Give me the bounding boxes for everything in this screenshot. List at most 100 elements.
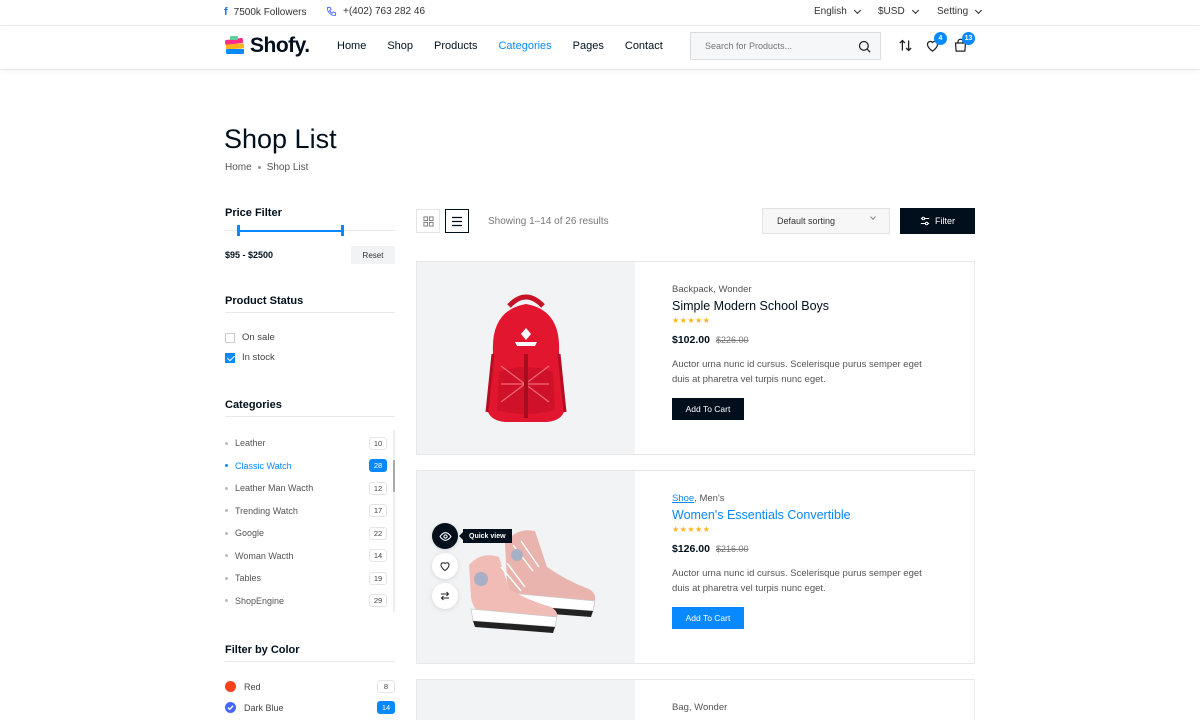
checkbox-checked[interactable] <box>225 352 235 363</box>
logo-mark-icon <box>224 36 245 54</box>
category-label: ShopEngine <box>235 595 285 606</box>
eye-icon <box>438 531 452 541</box>
rating-stars: ★★★★★ <box>672 316 711 325</box>
chevron-down-icon <box>870 214 876 220</box>
filter-label: Filter <box>935 216 955 226</box>
nav-shop[interactable]: Shop <box>387 40 413 52</box>
color-count: 14 <box>377 701 395 714</box>
phone-icon <box>326 6 337 17</box>
category-label: Woman Wacth <box>235 550 294 561</box>
search-icon[interactable] <box>857 39 872 54</box>
quick-view-tooltip: Quick view <box>459 529 512 543</box>
product-image-box[interactable] <box>417 680 635 720</box>
add-to-cart-button[interactable]: Add To Cart <box>672 398 744 420</box>
sort-value: Default sorting <box>777 216 836 226</box>
cart-button[interactable]: 13 <box>953 32 975 56</box>
sort-dropdown[interactable]: Default sorting <box>762 208 890 234</box>
setting-label: Setting <box>937 6 969 17</box>
category-item[interactable]: ShopEngine 29 <box>225 590 387 613</box>
page-title: Shop List <box>224 124 337 154</box>
category-item-active[interactable]: Classic Watch 28 <box>225 455 387 478</box>
logo[interactable]: Shofy. <box>224 34 310 58</box>
nav-products[interactable]: Products <box>434 40 477 52</box>
product-title[interactable]: Women's Essentials Convertible <box>672 508 937 522</box>
add-to-cart-button[interactable]: Add To Cart <box>672 607 744 629</box>
search-input[interactable] <box>691 33 851 59</box>
product-description: Auctor urna nunc id cursus. Scelerisque … <box>672 359 922 385</box>
category-label: Classic Watch <box>235 460 292 471</box>
status-in-stock[interactable]: In stock <box>225 352 275 363</box>
logo-text: Shofy. <box>250 34 310 57</box>
nav-home[interactable]: Home <box>337 40 366 52</box>
category-link-shoe[interactable]: Shoe <box>672 493 694 504</box>
price-range-min-handle[interactable] <box>237 225 240 236</box>
category-label: Tables <box>235 573 262 584</box>
filter-by-color-heading: Filter by Color <box>225 644 300 656</box>
bullet <box>225 531 228 535</box>
followers-text: 7500k Followers <box>233 6 307 18</box>
price-range-track[interactable] <box>238 230 342 232</box>
product-categories[interactable]: Bag, Wonder <box>672 702 727 713</box>
nav-categories[interactable]: Categories <box>498 40 551 52</box>
facebook-icon: f <box>224 6 228 18</box>
bullet <box>225 464 228 468</box>
nav-contact[interactable]: Contact <box>625 40 663 52</box>
category-item[interactable]: Google 22 <box>225 522 387 545</box>
checkbox-label: On sale <box>242 332 275 343</box>
price-range-max-handle[interactable] <box>341 225 344 236</box>
checkbox-label: In stock <box>242 352 275 363</box>
bullet <box>225 509 228 513</box>
quick-view-button[interactable] <box>432 523 458 549</box>
category-item[interactable]: Woman Wacth 14 <box>225 545 387 568</box>
product-status-heading: Product Status <box>225 295 304 307</box>
bullet <box>225 576 228 580</box>
reset-button[interactable]: Reset <box>351 246 395 264</box>
status-on-sale[interactable]: On sale <box>225 332 275 343</box>
compare-button[interactable] <box>898 38 913 56</box>
bullet <box>225 599 228 603</box>
category-count: 28 <box>369 459 387 473</box>
product-card: Bag, Wonder <box>416 679 975 720</box>
product-description: Auctor urna nunc id cursus. Scelerisque … <box>672 568 922 594</box>
breadcrumb-home[interactable]: Home <box>225 162 252 173</box>
product-categories[interactable]: Backpack, Wonder <box>672 284 937 295</box>
setting-dropdown[interactable]: Setting <box>937 6 983 17</box>
filter-button[interactable]: Filter <box>900 208 975 234</box>
add-to-wishlist-button[interactable] <box>432 553 458 579</box>
checkbox[interactable] <box>225 332 235 343</box>
wishlist-badge: 4 <box>934 32 947 45</box>
add-to-compare-button[interactable] <box>432 583 458 609</box>
currency-dropdown[interactable]: $USD <box>878 6 919 17</box>
color-option-red[interactable]: Red 8 <box>225 680 395 693</box>
product-image-box[interactable]: Quick view <box>417 471 635 663</box>
filter-sliders-icon <box>920 216 930 226</box>
category-item[interactable]: Tables 19 <box>225 567 387 590</box>
list-icon <box>452 216 462 226</box>
category-count: 29 <box>369 594 387 608</box>
product-categories: Shoe, Men's <box>672 493 937 504</box>
category-scrollbar[interactable] <box>393 430 395 612</box>
breadcrumb-separator <box>257 166 261 169</box>
category-text[interactable]: , Men's <box>694 493 724 504</box>
color-option-dark-blue[interactable]: Dark Blue 14 <box>225 701 395 714</box>
language-dropdown[interactable]: English <box>814 6 861 17</box>
category-item[interactable]: Trending Watch 17 <box>225 500 387 523</box>
product-price: $126.00 $216.00 <box>672 543 937 555</box>
nav-pages[interactable]: Pages <box>573 40 604 52</box>
color-swatch <box>225 681 236 692</box>
phone-text: +(402) 763 282 46 <box>343 6 426 17</box>
cart-badge: 13 <box>962 32 975 45</box>
product-title[interactable]: Simple Modern School Boys <box>672 299 937 313</box>
divider <box>225 416 395 417</box>
category-count: 12 <box>369 481 387 495</box>
phone-link[interactable]: +(402) 763 282 46 <box>326 6 425 17</box>
followers-link[interactable]: f 7500k Followers <box>224 6 306 18</box>
category-item[interactable]: Leather Man Wacth 12 <box>225 477 387 500</box>
grid-view-button[interactable] <box>416 209 440 233</box>
category-item[interactable]: Leather 10 <box>225 432 387 455</box>
product-image-box[interactable] <box>417 262 635 454</box>
color-count: 8 <box>377 680 395 693</box>
wishlist-button[interactable]: 4 <box>925 32 947 56</box>
list-view-button[interactable] <box>445 209 469 233</box>
category-scrollbar-thumb[interactable] <box>393 460 395 492</box>
